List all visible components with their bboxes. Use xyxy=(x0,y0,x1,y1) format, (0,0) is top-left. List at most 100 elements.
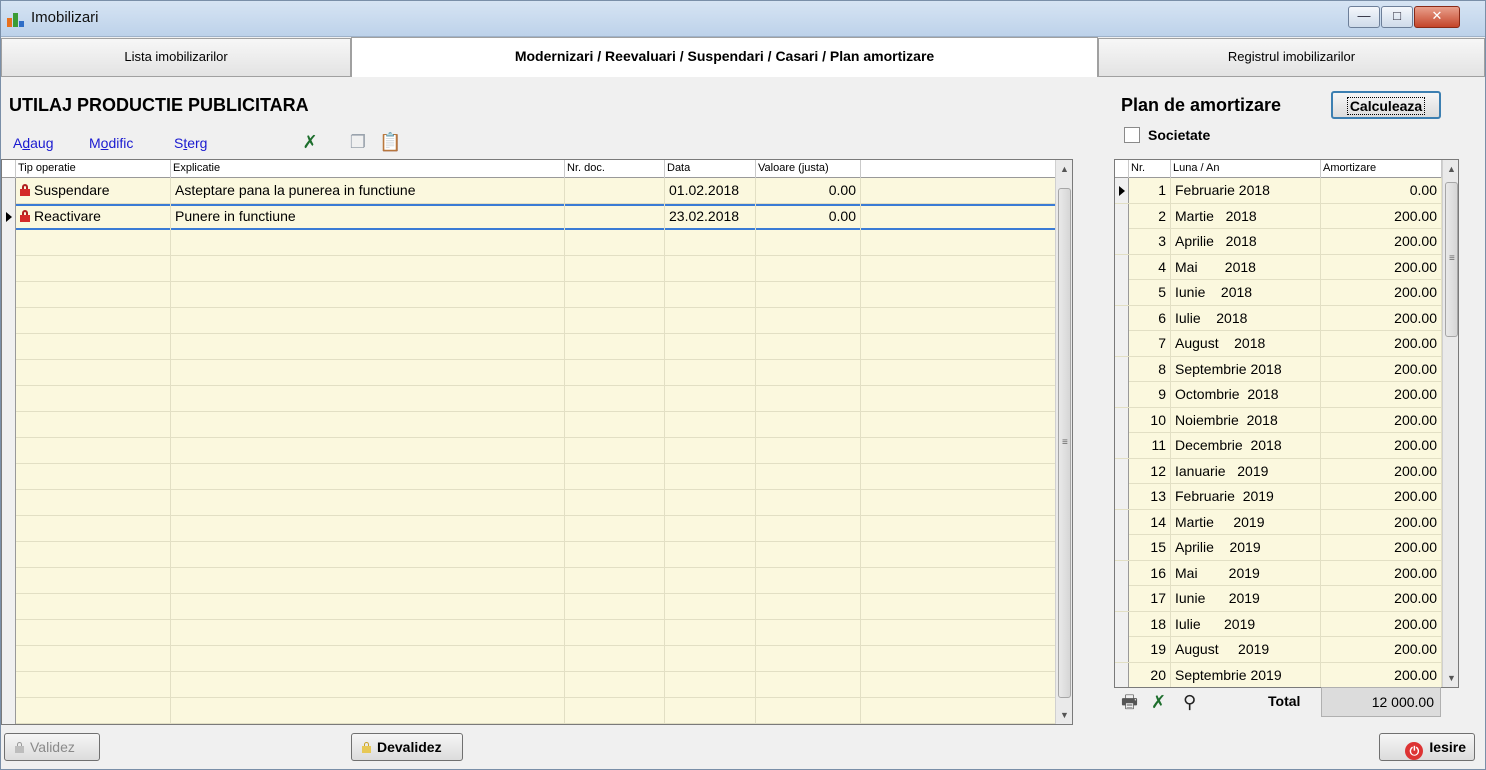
operations-vertical-scrollbar[interactable]: ▲ ≡ ▼ xyxy=(1055,160,1072,724)
list-item[interactable]: 16 Mai 2019 200.00 xyxy=(1115,560,1442,586)
table-row-empty[interactable] xyxy=(2,438,1072,464)
depreciation-grid[interactable]: Nr. Luna / An Amortizare 1 Februarie 2018… xyxy=(1114,159,1459,688)
table-row-empty[interactable] xyxy=(2,308,1072,334)
header-amortizare[interactable]: Amortizare xyxy=(1321,160,1442,178)
row-indicator[interactable] xyxy=(1115,407,1129,433)
list-item[interactable]: 18 Iulie 2019 200.00 xyxy=(1115,611,1442,637)
table-row-empty[interactable] xyxy=(2,360,1072,386)
header-data[interactable]: Data xyxy=(665,160,756,178)
scroll-up-icon[interactable]: ▲ xyxy=(1443,160,1458,178)
row-indicator[interactable] xyxy=(1115,178,1129,203)
list-item[interactable]: 3 Aprilie 2018 200.00 xyxy=(1115,229,1442,255)
header-luna-an[interactable]: Luna / An xyxy=(1171,160,1321,178)
row-indicator[interactable] xyxy=(2,516,16,542)
list-item[interactable]: 14 Martie 2019 200.00 xyxy=(1115,509,1442,535)
scroll-thumb[interactable]: ≡ xyxy=(1058,188,1071,698)
list-item[interactable]: 11 Decembrie 2018 200.00 xyxy=(1115,433,1442,459)
list-item[interactable]: 1 Februarie 2018 0.00 xyxy=(1115,178,1442,204)
list-item[interactable]: 7 August 2018 200.00 xyxy=(1115,331,1442,357)
table-row-empty[interactable] xyxy=(2,256,1072,282)
list-item[interactable]: 5 Iunie 2018 200.00 xyxy=(1115,280,1442,306)
minimize-button[interactable]: — xyxy=(1348,6,1380,28)
row-indicator[interactable] xyxy=(1115,586,1129,611)
row-indicator[interactable] xyxy=(1115,305,1129,331)
list-item[interactable]: 2 Martie 2018 200.00 xyxy=(1115,203,1442,229)
row-indicator[interactable] xyxy=(2,620,16,646)
add-link[interactable]: Adaug xyxy=(13,135,54,151)
list-item[interactable]: 12 Ianuarie 2019 200.00 xyxy=(1115,458,1442,484)
table-row-empty[interactable] xyxy=(2,568,1072,594)
row-indicator[interactable] xyxy=(2,386,16,412)
paste-icon[interactable]: 📋 xyxy=(379,132,401,152)
table-row[interactable]: Suspendare Asteptare pana la punerea in … xyxy=(2,178,1072,204)
row-indicator[interactable] xyxy=(1115,229,1129,254)
table-row-empty[interactable] xyxy=(2,386,1072,412)
row-indicator[interactable] xyxy=(2,334,16,360)
list-item[interactable]: 15 Aprilie 2019 200.00 xyxy=(1115,535,1442,561)
close-button[interactable]: ✕ xyxy=(1414,6,1460,28)
row-indicator[interactable] xyxy=(2,594,16,620)
binoculars-icon[interactable]: ⚲ xyxy=(1183,691,1196,713)
scroll-up-icon[interactable]: ▲ xyxy=(1056,160,1072,178)
row-indicator[interactable] xyxy=(2,568,16,594)
row-indicator[interactable] xyxy=(2,308,16,334)
print-icon[interactable]: 🖶 xyxy=(1121,691,1138,713)
row-indicator[interactable] xyxy=(1115,331,1129,356)
excel-export-icon[interactable]: ✗ xyxy=(1151,691,1166,713)
societate-label[interactable]: Societate xyxy=(1148,127,1210,143)
header-explicatie[interactable]: Explicatie xyxy=(171,160,565,178)
table-row-empty[interactable] xyxy=(2,620,1072,646)
table-row-empty[interactable] xyxy=(2,334,1072,360)
row-indicator[interactable] xyxy=(2,646,16,672)
excel-export-icon[interactable]: ✗ xyxy=(299,132,321,152)
row-indicator[interactable] xyxy=(2,256,16,282)
row-indicator[interactable] xyxy=(2,412,16,438)
list-item[interactable]: 8 Septembrie 2018 200.00 xyxy=(1115,356,1442,382)
row-indicator[interactable] xyxy=(2,490,16,516)
row-indicator[interactable] xyxy=(2,438,16,464)
operations-grid[interactable]: Tip operatie Explicatie Nr. doc. Data Va… xyxy=(1,159,1073,725)
depreciation-vertical-scrollbar[interactable]: ▲ ≡ ▼ xyxy=(1442,160,1458,687)
row-indicator[interactable] xyxy=(2,204,16,230)
row-indicator[interactable] xyxy=(1115,611,1129,637)
row-indicator[interactable] xyxy=(2,178,16,204)
table-row-empty[interactable] xyxy=(2,542,1072,568)
list-item[interactable]: 19 August 2019 200.00 xyxy=(1115,637,1442,663)
validez-button[interactable]: Validez xyxy=(4,733,100,761)
row-indicator[interactable] xyxy=(2,464,16,490)
header-tip-operatie[interactable]: Tip operatie xyxy=(16,160,171,178)
row-indicator[interactable] xyxy=(2,698,16,724)
row-indicator[interactable] xyxy=(1115,458,1129,484)
calculeaza-button[interactable]: Calculeaza xyxy=(1331,91,1441,119)
list-item[interactable]: 17 Iunie 2019 200.00 xyxy=(1115,586,1442,612)
row-indicator[interactable] xyxy=(1115,254,1129,280)
row-indicator[interactable] xyxy=(1115,535,1129,560)
table-row-empty[interactable] xyxy=(2,672,1072,698)
row-indicator[interactable] xyxy=(2,230,16,256)
tab-lista-imobilizarilor[interactable]: Lista imobilizarilor xyxy=(1,38,351,76)
table-row-empty[interactable] xyxy=(2,412,1072,438)
row-indicator[interactable] xyxy=(2,542,16,568)
row-indicator[interactable] xyxy=(1115,433,1129,458)
header-valoare[interactable]: Valoare (justa) xyxy=(756,160,861,178)
list-item[interactable]: 10 Noiembrie 2018 200.00 xyxy=(1115,407,1442,433)
row-indicator[interactable] xyxy=(1115,560,1129,586)
tab-registrul-imobilizarilor[interactable]: Registrul imobilizarilor xyxy=(1098,38,1485,76)
row-indicator[interactable] xyxy=(1115,356,1129,382)
row-indicator[interactable] xyxy=(1115,662,1129,687)
row-indicator[interactable] xyxy=(2,282,16,308)
row-indicator[interactable] xyxy=(2,672,16,698)
scroll-down-icon[interactable]: ▼ xyxy=(1056,706,1072,724)
header-nr[interactable]: Nr. xyxy=(1129,160,1171,178)
row-indicator[interactable] xyxy=(1115,484,1129,509)
scroll-thumb[interactable]: ≡ xyxy=(1445,182,1458,337)
societate-checkbox[interactable] xyxy=(1124,127,1140,143)
list-item[interactable]: 6 Iulie 2018 200.00 xyxy=(1115,305,1442,331)
list-item[interactable]: 4 Mai 2018 200.00 xyxy=(1115,254,1442,280)
row-indicator[interactable] xyxy=(2,360,16,386)
row-indicator[interactable] xyxy=(1115,382,1129,407)
row-indicator[interactable] xyxy=(1115,203,1129,229)
list-item[interactable]: 13 Februarie 2019 200.00 xyxy=(1115,484,1442,510)
header-nr-doc[interactable]: Nr. doc. xyxy=(565,160,665,178)
table-row-empty[interactable] xyxy=(2,516,1072,542)
